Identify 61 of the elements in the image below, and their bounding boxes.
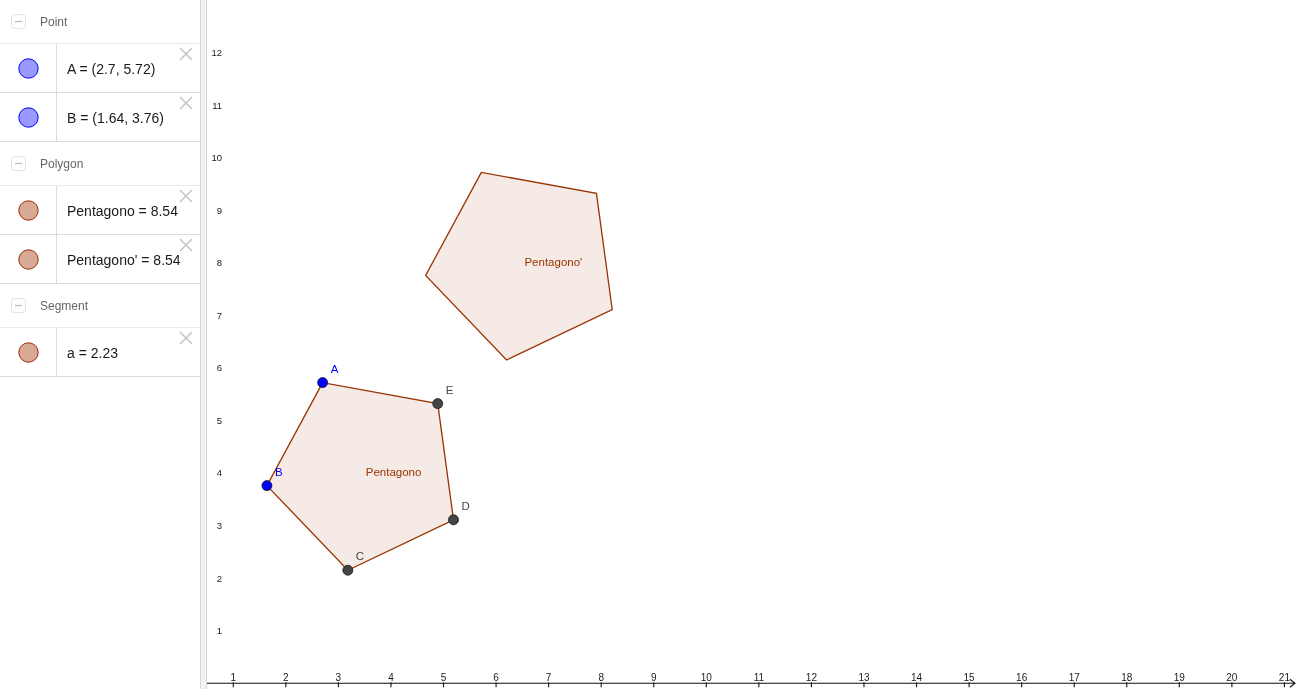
tick-label: 5 <box>216 414 222 426</box>
tick-label: 4 <box>216 467 222 479</box>
tick-label: 7 <box>216 309 222 321</box>
group-title: Point <box>40 13 68 31</box>
tick-label: 16 <box>1016 672 1028 684</box>
algebra-entry[interactable]: Pentagono = 8.54 <box>67 203 178 219</box>
tick-label: 8 <box>216 257 222 269</box>
algebra-entry[interactable]: Pentagono' = 8.54 <box>67 252 181 268</box>
algebra-entry[interactable]: a = 2.23 <box>67 345 118 361</box>
tick-label: 2 <box>283 672 289 684</box>
close-icon[interactable] <box>179 189 193 203</box>
group-title: Polygon <box>40 155 84 173</box>
tick-label: 6 <box>493 672 499 684</box>
tick-label: 13 <box>858 672 870 684</box>
tick-label: 19 <box>1173 672 1185 684</box>
collapse-icon[interactable] <box>11 14 26 29</box>
tick-label: 9 <box>216 204 222 216</box>
tick-label: 8 <box>598 672 604 684</box>
tick-label: 10 <box>211 152 222 164</box>
tick-label: 1 <box>216 625 222 637</box>
collapse-icon[interactable] <box>11 298 26 313</box>
tick-label: 20 <box>1226 672 1238 684</box>
close-icon[interactable] <box>179 96 193 110</box>
close-icon[interactable] <box>179 238 193 252</box>
tick-label: 7 <box>545 672 552 684</box>
point-label: D <box>461 499 470 512</box>
point-label: B <box>274 465 283 478</box>
tick-label: 12 <box>805 672 817 684</box>
tick-label: 3 <box>216 520 222 532</box>
collapse-icon[interactable] <box>11 156 26 171</box>
tick-label: 14 <box>910 672 923 684</box>
tick-label: 1 <box>230 672 237 684</box>
point-label: A <box>330 362 339 375</box>
algebra-entry[interactable]: B = (1.64, 3.76) <box>67 110 164 126</box>
point-label: E <box>445 383 454 396</box>
close-icon[interactable] <box>179 331 193 345</box>
tick-label: 3 <box>335 672 342 684</box>
point-label: C <box>355 550 365 563</box>
tick-label: 9 <box>650 672 657 684</box>
tick-label: 2 <box>216 572 222 584</box>
tick-label: 17 <box>1068 672 1080 684</box>
color-dot-icon[interactable] <box>17 248 39 270</box>
tick-label: 18 <box>1121 672 1133 684</box>
close-icon[interactable] <box>179 47 193 61</box>
color-dot-icon[interactable] <box>17 57 39 79</box>
tick-label: 12 <box>211 47 222 59</box>
polygon-label: Pentagono' <box>524 256 583 269</box>
tick-label: 11 <box>753 672 765 684</box>
tick-label: 4 <box>388 672 394 684</box>
color-dot-icon[interactable] <box>17 341 39 363</box>
color-dot-icon[interactable] <box>17 199 39 221</box>
tick-label: 11 <box>212 99 222 111</box>
color-dot-icon[interactable] <box>17 106 39 128</box>
tick-label: 15 <box>963 672 975 684</box>
group-title: Segment <box>40 297 89 315</box>
polygon-label: Pentagono <box>365 466 422 479</box>
tick-label: 10 <box>700 672 712 684</box>
tick-label: 6 <box>216 362 222 374</box>
algebra-entry[interactable]: A = (2.7, 5.72) <box>67 61 156 77</box>
tick-label: 21 <box>1278 672 1290 684</box>
tick-label: 5 <box>440 672 447 684</box>
